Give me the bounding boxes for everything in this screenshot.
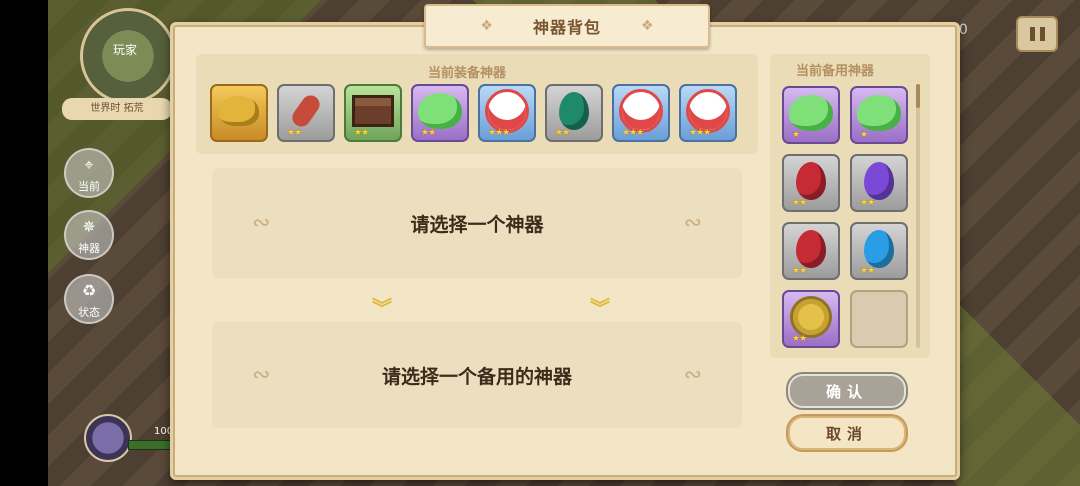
star-rating: ★★★ <box>622 128 644 138</box>
pause-button[interactable] <box>1016 16 1058 52</box>
clown-icon <box>485 88 529 133</box>
spare-artifact-slot[interactable]: ★★ <box>782 290 840 348</box>
star-rating: ★★★ <box>689 128 711 138</box>
swirl-ornament-icon: ∾ <box>252 362 271 388</box>
spare-artifact-slot[interactable]: ★ <box>850 86 908 144</box>
star-rating: ★ <box>792 130 800 140</box>
side-button-current[interactable]: ⌖ 当前 <box>64 148 114 198</box>
clown-icon <box>619 88 663 133</box>
side-button-status[interactable]: ♻ 状态 <box>64 274 114 324</box>
meat-icon <box>288 91 324 130</box>
clown-icon <box>686 88 730 133</box>
equipped-artifact-slot[interactable]: ★★ <box>545 84 603 142</box>
star-rating: ★★ <box>792 266 807 276</box>
star-rating: ★★ <box>354 128 369 138</box>
green-slime-icon <box>789 94 833 131</box>
equipped-slot-row: ★★ ★★ ★★ ★★★ ★★ ★★★ ★★★ <box>210 84 737 142</box>
equipped-artifact-slot[interactable]: ★★ <box>411 84 469 142</box>
violet-egg-icon <box>864 161 894 200</box>
golden-frog-icon <box>219 95 259 126</box>
confirm-button[interactable]: 确认 <box>788 374 906 408</box>
minimap[interactable]: 玩家 <box>80 8 176 104</box>
treasure-chest-icon <box>352 94 394 127</box>
red-egg-icon <box>796 229 826 268</box>
chevron-down-icon: ︾ <box>590 296 610 320</box>
equipped-artifact-slot[interactable]: ★★★ <box>679 84 737 142</box>
red-egg-icon <box>796 161 826 200</box>
star-rating: ★★ <box>287 128 302 138</box>
screen-letterbox <box>0 0 48 486</box>
spare-artifacts-section: 当前备用神器 ★ ★ ★★ ★★ ★★ ★★ ★★ <box>770 54 930 358</box>
equipped-label: 当前装备神器 <box>428 66 507 81</box>
artifact-star-icon: ✵ <box>82 217 96 236</box>
swirl-ornament-icon: ∾ <box>252 210 271 236</box>
select-spare-artifact-box[interactable]: ∾ 请选择一个备用的神器 ∾ <box>212 322 742 428</box>
panel-title: 神器背包 <box>532 18 601 37</box>
spare-artifact-slot[interactable]: ★★ <box>850 154 908 212</box>
equipped-artifacts-section: 当前装备神器 ★★ ★★ ★★ ★★★ ★★ ★★★ ★★★ <box>196 54 758 154</box>
select-artifact-box[interactable]: ∾ 请选择一个神器 ∾ <box>212 168 742 278</box>
star-rating: ★★ <box>421 128 436 138</box>
spare-artifact-slot[interactable] <box>850 290 908 348</box>
pause-icon <box>1029 27 1035 41</box>
star-rating: ★ <box>860 130 868 140</box>
scroll-thumb[interactable] <box>916 84 920 108</box>
world-time-label: 世界时 拓荒 <box>62 98 172 120</box>
swirl-ornament-icon: ∾ <box>683 210 702 236</box>
equipped-artifact-slot[interactable]: ★★ <box>344 84 402 142</box>
side-button-artifact[interactable]: ✵ 神器 <box>64 210 114 260</box>
equipped-artifact-slot[interactable]: ★★★ <box>612 84 670 142</box>
side-button-label: 当前 <box>78 180 100 193</box>
gold-coin-icon <box>790 295 832 338</box>
chevron-down-icon: ︾ <box>372 296 392 320</box>
select-artifact-prompt: 请选择一个神器 <box>410 213 544 236</box>
ornament-icon: ❖ <box>641 18 654 34</box>
pause-icon <box>1039 27 1045 41</box>
player-avatar[interactable] <box>84 414 132 462</box>
equipped-artifact-slot[interactable] <box>210 84 268 142</box>
spare-artifact-slot[interactable]: ★★ <box>850 222 908 280</box>
star-rating: ★★ <box>860 198 875 208</box>
spare-artifact-slot[interactable]: ★ <box>782 86 840 144</box>
equipped-artifact-slot[interactable]: ★★ <box>277 84 335 142</box>
location-pin-icon: ⌖ <box>84 155 94 174</box>
ornament-icon: ❖ <box>480 18 493 34</box>
green-slime-icon <box>857 94 901 131</box>
teal-egg-icon <box>559 91 589 130</box>
spare-artifact-slot[interactable]: ★★ <box>782 222 840 280</box>
star-rating: ★★★ <box>488 128 510 138</box>
select-spare-prompt: 请选择一个备用的神器 <box>381 365 572 388</box>
star-rating: ★★ <box>555 128 570 138</box>
panel-title-tab: ❖ 神器背包 ❖ <box>424 4 710 48</box>
cancel-button[interactable]: 取消 <box>788 416 906 450</box>
side-button-label: 状态 <box>78 306 100 319</box>
spare-label: 当前备用神器 <box>796 64 875 79</box>
swirl-ornament-icon: ∾ <box>683 362 702 388</box>
green-slime-icon <box>418 92 462 129</box>
equipped-artifact-slot[interactable]: ★★★ <box>478 84 536 142</box>
spare-scrollbar[interactable] <box>916 84 920 348</box>
minimap-label: 玩家 <box>113 43 138 57</box>
star-rating: ★★ <box>792 198 807 208</box>
star-rating: ★★ <box>792 334 807 344</box>
star-rating: ★★ <box>860 266 875 276</box>
spare-artifact-slot[interactable]: ★★ <box>782 154 840 212</box>
side-button-label: 神器 <box>78 242 100 255</box>
blue-egg-icon <box>864 229 894 268</box>
spare-slot-grid: ★ ★ ★★ ★★ ★★ ★★ ★★ <box>782 86 910 348</box>
status-cycle-icon: ♻ <box>81 281 97 300</box>
